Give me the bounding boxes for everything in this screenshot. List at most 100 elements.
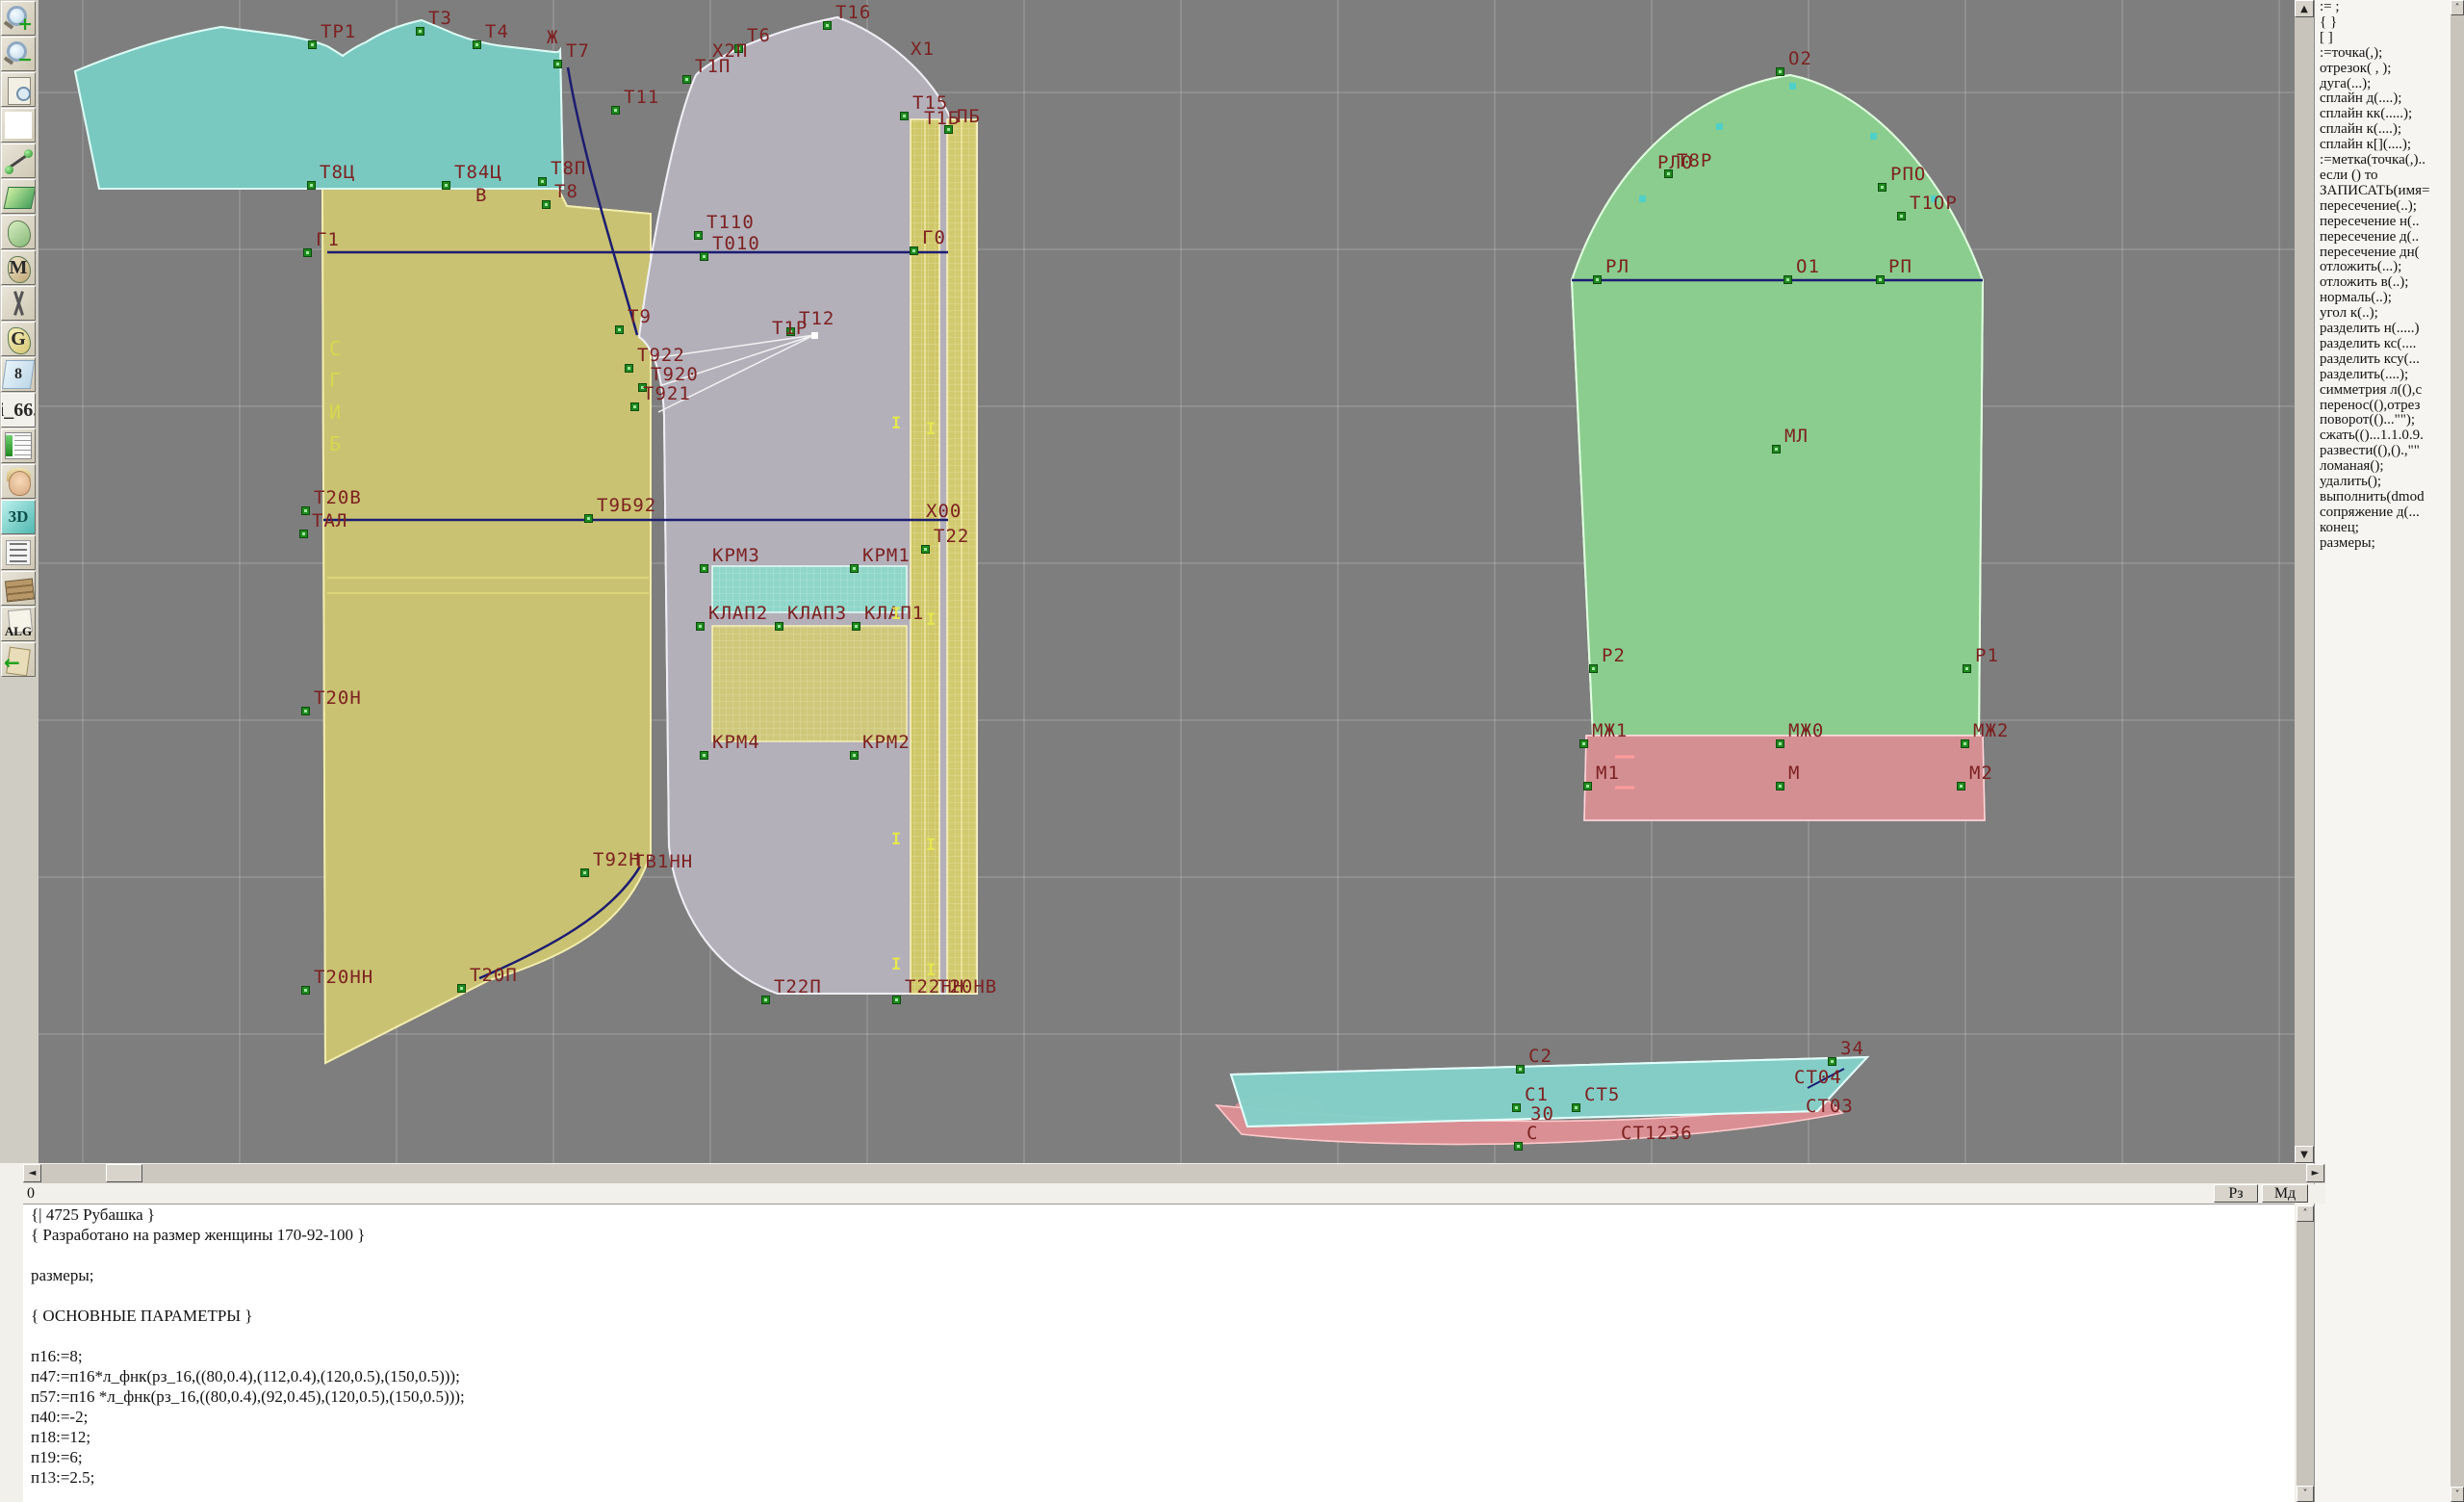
command-item[interactable]: сплайн д(....); xyxy=(2315,91,2451,107)
command-item[interactable]: :=точка(,); xyxy=(2315,46,2451,62)
command-item[interactable]: отложить в(..); xyxy=(2315,275,2451,291)
command-item[interactable]: сжать(()...1.1.0.9. xyxy=(2315,428,2451,444)
point-marker[interactable] xyxy=(696,622,705,631)
point-marker[interactable] xyxy=(1784,275,1792,284)
command-item[interactable]: отложить(...); xyxy=(2315,260,2451,275)
point-marker[interactable] xyxy=(1878,183,1886,192)
rz-button[interactable]: Рз xyxy=(2214,1184,2258,1203)
pattern-piece-icon[interactable] xyxy=(1,215,36,249)
export-icon[interactable]: ← xyxy=(1,642,36,677)
point-marker[interactable] xyxy=(1897,212,1906,220)
point-marker[interactable] xyxy=(682,75,691,84)
point-marker[interactable] xyxy=(308,40,317,49)
grid-icon[interactable] xyxy=(1,108,36,142)
command-item[interactable]: отрезок( , ); xyxy=(2315,62,2451,77)
command-item[interactable]: нормаль(..); xyxy=(2315,291,2451,306)
point-marker[interactable] xyxy=(442,181,450,190)
point-marker[interactable] xyxy=(775,622,783,631)
point-marker[interactable] xyxy=(457,984,466,993)
point-marker[interactable] xyxy=(700,252,708,261)
scroll-up-button[interactable]: ˄ xyxy=(2451,0,2464,15)
point-marker[interactable] xyxy=(538,177,547,186)
point-marker[interactable] xyxy=(625,364,633,373)
command-item[interactable]: развести((),().,"" xyxy=(2315,444,2451,459)
point-marker[interactable] xyxy=(307,181,316,190)
point-marker[interactable] xyxy=(921,545,930,554)
command-item[interactable]: сплайн к[](....); xyxy=(2315,138,2451,153)
point-marker[interactable] xyxy=(1961,739,1969,748)
command-item[interactable]: := ; xyxy=(2315,0,2451,15)
point-marker[interactable] xyxy=(416,27,424,36)
point-marker[interactable] xyxy=(584,514,593,523)
point-marker[interactable] xyxy=(761,996,770,1004)
point-marker[interactable] xyxy=(1963,664,1971,673)
command-item[interactable]: ЗАПИСАТЬ(имя= xyxy=(2315,184,2451,199)
point-marker[interactable] xyxy=(1828,1057,1836,1066)
point-marker[interactable] xyxy=(850,564,859,573)
point-marker[interactable] xyxy=(630,402,639,411)
command-item[interactable]: пересечение н(.. xyxy=(2315,215,2451,230)
point-marker[interactable] xyxy=(1772,445,1781,453)
command-item[interactable]: разделить н(.....) xyxy=(2315,322,2451,337)
command-item[interactable]: сплайн кк(.....); xyxy=(2315,107,2451,122)
preview-piece-icon[interactable] xyxy=(1,72,36,107)
point-marker[interactable] xyxy=(299,530,308,538)
scroll-right-button[interactable]: ► xyxy=(2306,1164,2324,1182)
command-item[interactable]: если () то xyxy=(2315,168,2451,184)
point-marker[interactable] xyxy=(615,325,624,334)
command-item[interactable]: разделить(....); xyxy=(2315,368,2451,383)
point-marker[interactable] xyxy=(850,751,859,760)
point-marker[interactable] xyxy=(1593,275,1602,284)
point-marker[interactable] xyxy=(1583,782,1592,790)
point-marker[interactable] xyxy=(823,21,832,30)
point-marker[interactable] xyxy=(1776,67,1784,76)
scroll-left-button[interactable]: ◄ xyxy=(23,1164,41,1182)
point-marker[interactable] xyxy=(1776,782,1784,790)
scroll-down-button[interactable]: ▼ xyxy=(2295,1146,2314,1163)
command-item[interactable]: разделить ксу(... xyxy=(2315,352,2451,368)
point-marker[interactable] xyxy=(1776,739,1784,748)
model-photo-icon[interactable] xyxy=(1,464,36,499)
compass-icon[interactable] xyxy=(1,286,36,321)
command-item[interactable]: выполнить(dmod xyxy=(2315,490,2451,505)
point-marker[interactable] xyxy=(1512,1103,1521,1112)
back-piece[interactable] xyxy=(322,189,651,1063)
point-marker[interactable] xyxy=(303,248,312,257)
view-3d-icon[interactable]: 3D xyxy=(1,500,36,534)
command-item[interactable]: размеры; xyxy=(2315,536,2451,552)
point-marker[interactable] xyxy=(910,246,918,255)
grading-g-icon[interactable]: G xyxy=(1,322,36,356)
command-item[interactable]: поворот(()...""); xyxy=(2315,413,2451,428)
point-marker[interactable] xyxy=(1572,1103,1580,1112)
point-marker[interactable] xyxy=(301,707,310,715)
scroll-up-button[interactable]: ˄ xyxy=(2297,1205,2314,1222)
ruler-8-icon[interactable]: 8 xyxy=(1,357,36,392)
cuff-piece[interactable] xyxy=(1584,736,1985,820)
command-panel-scrollbar[interactable]: ˄ ˅ xyxy=(2451,0,2464,1502)
algorithm-icon[interactable]: ALG xyxy=(1,607,36,641)
command-item[interactable]: { } xyxy=(2315,15,2451,31)
command-item[interactable]: сплайн к(....); xyxy=(2315,122,2451,138)
point-marker[interactable] xyxy=(1957,782,1965,790)
point-marker[interactable] xyxy=(700,751,708,760)
code-editor[interactable]: {| 4725 Рубашка }{ Разработано на размер… xyxy=(23,1204,2295,1502)
command-item[interactable]: разделить кс(.... xyxy=(2315,337,2451,352)
point-marker[interactable] xyxy=(694,231,703,240)
measure-segment-icon[interactable] xyxy=(1,143,36,178)
point-marker[interactable] xyxy=(1589,664,1598,673)
canvas-hscrollbar[interactable]: ◄ ► xyxy=(23,1164,2325,1183)
point-marker[interactable] xyxy=(892,996,901,1004)
point-marker[interactable] xyxy=(700,564,708,573)
command-item[interactable]: конец; xyxy=(2315,521,2451,536)
command-item[interactable]: пересечение д(.. xyxy=(2315,230,2451,246)
i66-button[interactable]: i_66. xyxy=(1,393,36,427)
point-marker[interactable] xyxy=(301,986,310,995)
hscroll-thumb[interactable] xyxy=(106,1164,142,1182)
point-marker[interactable] xyxy=(580,868,589,877)
command-item[interactable]: симметрия л((),с xyxy=(2315,383,2451,399)
zoom-out-icon[interactable]: − xyxy=(1,37,36,71)
size-table-icon[interactable] xyxy=(1,428,36,463)
sheet-icon[interactable] xyxy=(1,179,36,214)
command-item[interactable]: ломаная(); xyxy=(2315,459,2451,475)
command-item[interactable]: перенос((),отрез xyxy=(2315,399,2451,414)
